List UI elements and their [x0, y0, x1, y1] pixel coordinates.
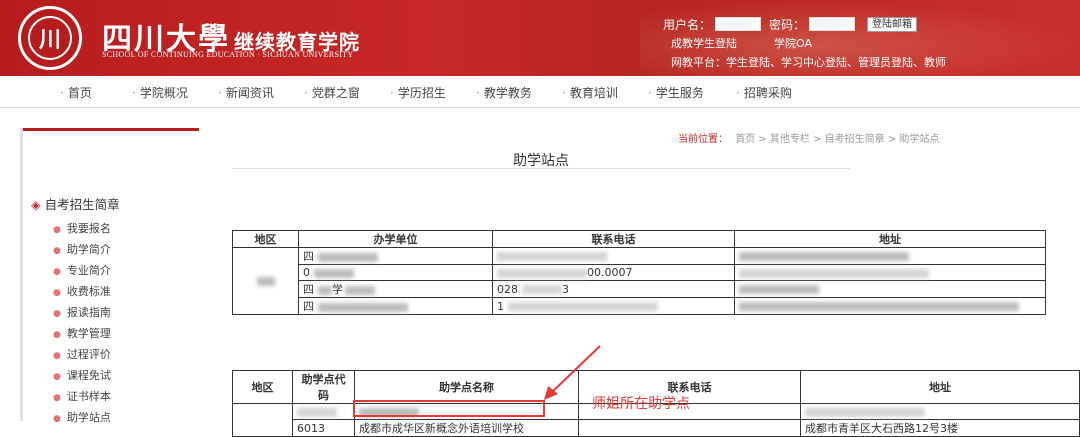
sidebar-item-certificate[interactable]: ● 证书样本 — [53, 388, 111, 404]
col-header-address: 地址 — [800, 370, 1080, 404]
nav-about[interactable]: 学院概况 — [132, 84, 188, 101]
col-header-phone: 联系电话 — [492, 230, 735, 248]
login-panel: 用户名： 密码： 登陆邮箱 成教学生登陆 学院OA 网教平台：学生登陆、学习中心… — [663, 16, 946, 70]
nav-student-services[interactable]: 学生服务 — [648, 84, 704, 101]
phone-cell — [492, 247, 735, 265]
sponsor-table: 地区 办学单位 联系电话 地址 四 0 00.0007 四学 028 3 四 1 — [232, 230, 1046, 315]
nav-news[interactable]: 新闻资讯 — [218, 84, 274, 101]
unit-cell: 四学 — [298, 280, 493, 298]
sidebar-item-label: 我要报名 — [66, 222, 111, 235]
breadcrumb-label: 当前位置： — [678, 134, 728, 145]
nav-training[interactable]: 教育培训 — [562, 84, 618, 101]
annotation-label: 师姐所在助学点 — [592, 396, 690, 412]
password-input[interactable] — [809, 17, 856, 31]
col-header-address: 地址 — [734, 230, 1046, 248]
nav-home[interactable]: 首页 — [60, 84, 92, 101]
username-input[interactable] — [715, 17, 762, 31]
code-cell: 6013 — [292, 419, 355, 437]
code-cell — [292, 403, 355, 420]
bullet-icon: ● — [53, 309, 61, 319]
title-divider — [232, 168, 850, 169]
seal-glyph: 川 — [28, 16, 72, 60]
region-cell — [232, 403, 293, 437]
sidebar-item-teaching[interactable]: ● 教学管理 — [53, 325, 111, 341]
sidebar: ◈ 自考招生简章 ● 我要报名 ● 助学简介 ● 专业简介 ● 收费标准 ● 报读指南 ● 教… — [20, 128, 199, 424]
sidebar-item-label: 证书样本 — [66, 390, 111, 403]
address-cell — [734, 297, 1046, 315]
name-cell: 成都市成华区新概念外语培训学校 — [354, 419, 579, 437]
sidebar-item-label: 专业简介 — [66, 264, 111, 277]
col-header-unit: 办学单位 — [298, 230, 493, 248]
online-platform-links[interactable]: 网教平台：学生登陆、学习中心登陆、管理员登陆、教师 — [663, 54, 946, 70]
address-cell: 成都市青羊区大石西路12号3楼 — [800, 419, 1080, 437]
sidebar-item-register[interactable]: ● 我要报名 — [53, 220, 111, 236]
bullet-icon: ● — [53, 267, 61, 277]
sidebar-item-intro[interactable]: ● 助学简介 — [53, 241, 111, 257]
bullet-icon: ● — [53, 393, 61, 403]
table-row: 0 00.0007 — [233, 264, 1046, 281]
phone-cell — [578, 419, 801, 437]
table-row: 6013 成都市成华区新概念外语培训学校 成都市青羊区大石西路12号3楼 — [233, 419, 1080, 437]
unit-cell: 四 — [298, 297, 493, 315]
adult-student-login-link[interactable]: 成教学生登陆 — [671, 37, 737, 50]
unit-cell: 0 — [298, 264, 493, 281]
table-row: 四学 028 3 — [233, 280, 1046, 298]
university-seal-icon[interactable]: 川 — [18, 6, 82, 70]
nav-recruitment[interactable]: 招聘采购 — [736, 84, 792, 101]
col-header-region: 地区 — [232, 230, 299, 248]
nav-party[interactable]: 党群之窗 — [304, 84, 360, 101]
sidebar-item-label: 助学简介 — [66, 243, 111, 256]
sidebar-item-evaluation[interactable]: ● 过程评价 — [53, 346, 111, 362]
table-row: 四 — [232, 247, 1046, 315]
address-cell — [734, 264, 1046, 281]
table-header-row: 地区 办学单位 联系电话 地址 — [232, 230, 1046, 248]
table-row: 四 1 — [233, 297, 1046, 315]
sidebar-item-majors[interactable]: ● 专业简介 — [53, 262, 111, 278]
bullet-icon: ● — [53, 246, 61, 256]
address-cell — [734, 247, 1046, 265]
col-header-region: 地区 — [232, 370, 293, 404]
bullet-icon: ● — [53, 225, 61, 235]
sidebar-item-label: 助学站点 — [66, 411, 111, 424]
phone-cell: 028 3 — [492, 280, 735, 298]
main-nav: 首页 学院概况 新闻资讯 党群之窗 学历招生 教学教务 教育培训 学生服务 招聘… — [0, 76, 1080, 108]
bullet-icon: ● — [53, 288, 61, 298]
sidebar-item-fees[interactable]: ● 收费标准 — [53, 283, 111, 299]
username-label: 用户名： — [663, 17, 712, 32]
school-oa-link[interactable]: 学院OA — [774, 37, 812, 50]
sidebar-item-label: 课程免试 — [66, 369, 111, 382]
sidebar-item-label: 报读指南 — [66, 306, 111, 319]
nav-admissions[interactable]: 学历招生 — [390, 84, 446, 101]
login-email-button[interactable]: 登陆邮箱 — [867, 16, 918, 32]
col-header-code: 助学点代码 — [292, 370, 355, 404]
sidebar-title-label: 自考招生简章 — [44, 197, 120, 212]
address-cell — [800, 403, 1080, 420]
region-cell — [232, 247, 299, 315]
site-header: 川 四川大學 继续教育学院 SCHOOL OF CONTINUING EDUCAT… — [0, 0, 1080, 76]
nav-academics[interactable]: 教学教务 — [476, 84, 532, 101]
phone-cell: 1 — [492, 297, 735, 315]
breadcrumb: 当前位置： 首页 > 其他专栏 > 自考招生简章 > 助学站点 — [678, 130, 939, 145]
logo-english-name: SCHOOL OF CONTINUING EDUCATION · SICHUAN… — [102, 50, 354, 59]
highlight-box — [353, 400, 545, 417]
breadcrumb-path[interactable]: 首页 > 其他专栏 > 自考招生简章 > 助学站点 — [735, 134, 939, 145]
bullet-icon: ● — [53, 351, 61, 361]
phone-cell: 00.0007 — [492, 264, 735, 281]
bullet-icon: ● — [53, 330, 61, 340]
password-label: 密码： — [769, 17, 806, 32]
sidebar-item-label: 过程评价 — [66, 348, 111, 361]
address-cell — [734, 280, 1046, 298]
sidebar-item-exemption[interactable]: ● 课程免试 — [53, 367, 111, 383]
bullet-icon: ● — [53, 372, 61, 382]
sidebar-title[interactable]: ◈ 自考招生简章 — [31, 194, 120, 213]
sidebar-item-guide[interactable]: ● 报读指南 — [53, 304, 111, 320]
page-title: 助学站点 — [513, 153, 569, 169]
sidebar-item-label: 收费标准 — [66, 285, 111, 298]
sidebar-item-stations[interactable]: ● 助学站点 — [53, 409, 111, 425]
unit-cell: 四 — [298, 247, 493, 265]
sidebar-item-label: 教学管理 — [66, 327, 111, 340]
bullet-icon: ● — [53, 414, 61, 424]
diamond-icon: ◈ — [31, 197, 41, 212]
